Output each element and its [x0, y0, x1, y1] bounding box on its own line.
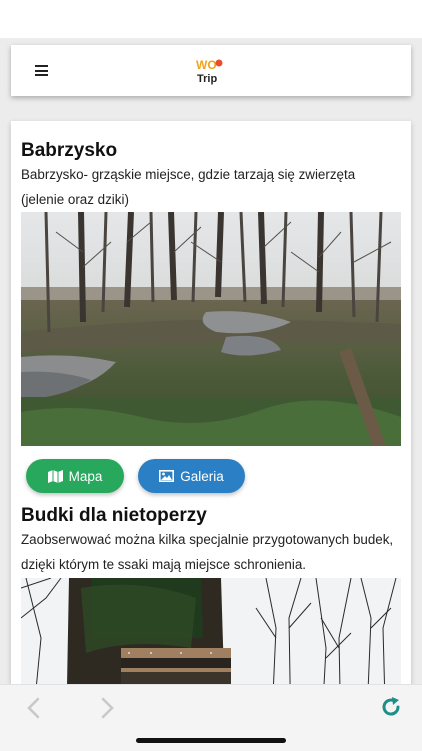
gallery-button[interactable]: Galeria	[138, 459, 245, 493]
place-description: Babrzysko- grząskie miejsce, gdzie tarza…	[21, 167, 356, 207]
svg-text:Trip: Trip	[197, 73, 217, 85]
home-indicator	[136, 738, 286, 743]
swampy-forest-clearing-photo	[21, 212, 401, 446]
place-title: Budki dla nietoperzy	[21, 505, 207, 526]
place-title: Babrzysko	[21, 140, 118, 161]
status-bar	[0, 0, 422, 38]
refresh-icon[interactable]	[380, 696, 402, 718]
forward-arrow-icon[interactable]	[98, 697, 116, 719]
app-header: WO Trip	[11, 45, 411, 96]
map-button-label: Mapa	[68, 468, 103, 484]
map-icon	[47, 469, 63, 483]
image-icon	[159, 470, 175, 482]
gallery-button-label: Galeria	[180, 468, 224, 484]
hamburger-menu-icon[interactable]	[35, 65, 48, 76]
content-card: Babrzysko Babrzysko- grząskie miejsce, g…	[11, 121, 411, 741]
svg-text:WO: WO	[196, 58, 217, 72]
map-button[interactable]: Mapa	[26, 459, 124, 493]
place-description: Zaobserwować można kilka specjalnie przy…	[21, 532, 394, 572]
wo-trip-logo[interactable]: WO Trip	[194, 57, 228, 85]
back-arrow-icon[interactable]	[25, 697, 43, 719]
